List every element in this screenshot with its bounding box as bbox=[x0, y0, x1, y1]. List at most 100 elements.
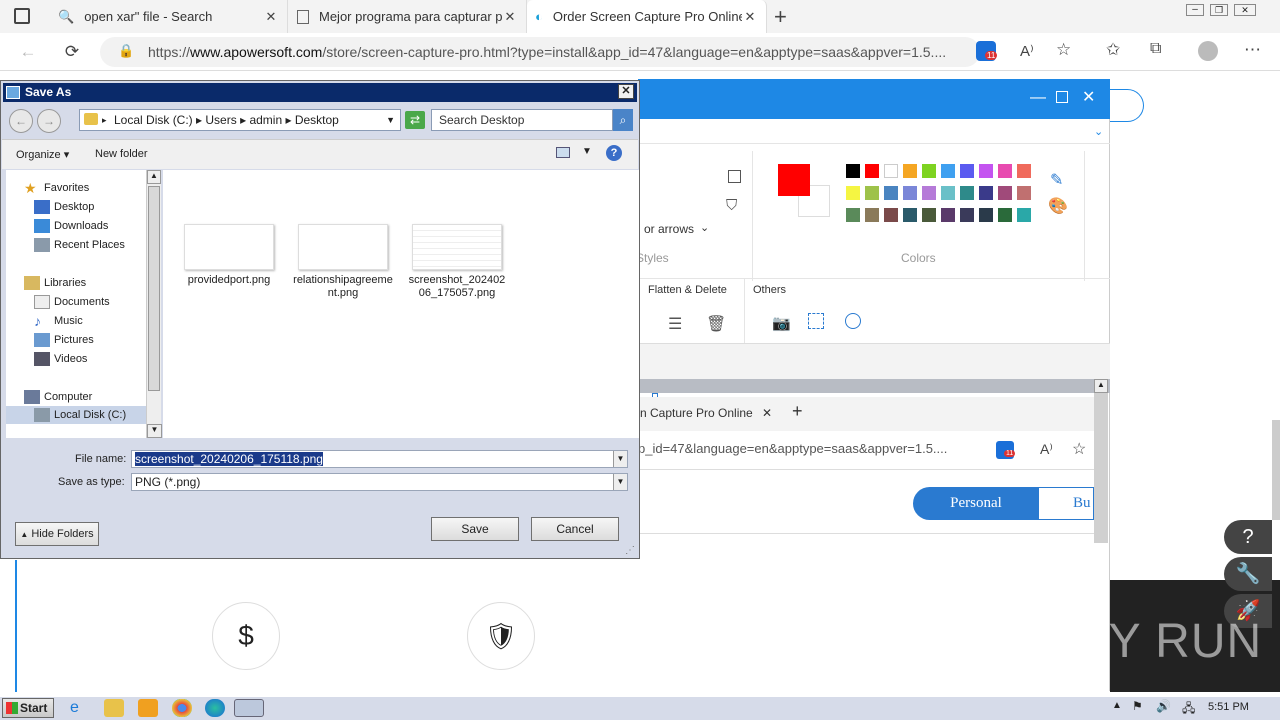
color-swatch[interactable] bbox=[903, 208, 917, 222]
tools-button[interactable]: 🔧 bbox=[1224, 557, 1272, 591]
color-swatch[interactable] bbox=[884, 186, 898, 200]
hide-folders-button[interactable]: ▲ Hide Folders bbox=[15, 522, 99, 546]
color-swatch[interactable] bbox=[941, 164, 955, 178]
nav-documents[interactable]: Documents bbox=[34, 295, 110, 309]
nav-pictures[interactable]: Pictures bbox=[34, 333, 94, 347]
nav-videos[interactable]: Videos bbox=[34, 352, 87, 366]
clock[interactable]: 5:51 PM bbox=[1208, 701, 1249, 713]
new-tab-button[interactable]: + bbox=[774, 4, 787, 30]
color-swatch[interactable] bbox=[846, 186, 860, 200]
cancel-button[interactable]: Cancel bbox=[531, 517, 619, 541]
back-icon[interactable]: ← bbox=[16, 40, 40, 64]
file-item[interactable]: providedport.png bbox=[179, 224, 279, 287]
close-tab-icon[interactable]: ✕ bbox=[263, 9, 279, 25]
color-swatch[interactable] bbox=[998, 186, 1012, 200]
refresh-icon[interactable]: ⇄ bbox=[405, 111, 425, 129]
palette-icon[interactable]: 🎨 bbox=[1048, 196, 1068, 216]
minimize-icon[interactable]: — bbox=[1030, 89, 1046, 107]
volume-icon[interactable]: 🔊 bbox=[1156, 699, 1171, 713]
color-swatch[interactable] bbox=[979, 208, 993, 222]
tray-arrow-icon[interactable]: ▲ bbox=[1112, 700, 1122, 711]
view-dropdown-icon[interactable]: ▼ bbox=[582, 146, 592, 157]
tab-search[interactable]: 🔍 open xar" file - Search ✕ bbox=[50, 0, 288, 33]
color-swatch[interactable] bbox=[922, 164, 936, 178]
chevron-down-icon[interactable]: ▼ bbox=[613, 451, 627, 467]
minimize-button[interactable]: – bbox=[1186, 4, 1204, 16]
chevron-down-icon[interactable]: ⌄ bbox=[700, 221, 709, 234]
nav-desktop[interactable]: Desktop bbox=[34, 200, 94, 214]
new-folder-button[interactable]: New folder bbox=[95, 148, 148, 160]
nav-libraries[interactable]: Libraries bbox=[24, 276, 86, 290]
trash-icon[interactable]: 🗑 bbox=[706, 314, 726, 334]
shape-dropdown[interactable]: or arrows bbox=[644, 222, 694, 236]
target-icon[interactable] bbox=[845, 313, 861, 329]
nav-favorites[interactable]: ★ Favorites bbox=[24, 181, 89, 195]
dialog-close-button[interactable]: ✕ bbox=[618, 84, 634, 99]
organize-menu[interactable]: Organize ▾ bbox=[16, 148, 69, 161]
scroll-up-arrow[interactable]: ▲ bbox=[147, 170, 161, 184]
color-swatch[interactable] bbox=[960, 186, 974, 200]
color-swatch[interactable] bbox=[884, 164, 898, 178]
rectangle-tool-icon[interactable] bbox=[728, 170, 741, 183]
color-swatch[interactable] bbox=[979, 186, 993, 200]
chevron-down-icon[interactable]: ▼ bbox=[613, 474, 627, 490]
canvas-vscroll[interactable] bbox=[1094, 393, 1108, 543]
color-swatch[interactable] bbox=[941, 186, 955, 200]
tab-actions-icon[interactable] bbox=[14, 8, 30, 24]
back-button[interactable]: ← bbox=[9, 109, 33, 133]
layers-icon[interactable]: ☰ bbox=[668, 314, 682, 334]
nav-music[interactable]: ♪ Music bbox=[34, 314, 83, 328]
scroll-down-arrow[interactable]: ▼ bbox=[147, 424, 162, 438]
url-field[interactable]: 🔒 https://www.apowersoft.com/store/scree… bbox=[100, 37, 980, 67]
color-swatch[interactable] bbox=[865, 208, 879, 222]
collections-icon[interactable]: ⧉ bbox=[1150, 40, 1161, 58]
save-as-type-select[interactable]: PNG (*.png) ▼ bbox=[131, 473, 628, 491]
nav-recent-places[interactable]: Recent Places bbox=[34, 238, 125, 252]
color-swatch[interactable] bbox=[979, 164, 993, 178]
color-swatch[interactable] bbox=[922, 208, 936, 222]
close-tab-icon[interactable]: ✕ bbox=[742, 9, 758, 25]
file-item[interactable]: screenshot_20240206_175057.png bbox=[407, 224, 507, 300]
save-button[interactable]: Save bbox=[431, 517, 519, 541]
breadcrumb-admin[interactable]: admin bbox=[249, 113, 282, 127]
read-aloud-icon[interactable]: A⁾ bbox=[1020, 42, 1034, 60]
breadcrumb-local-disk[interactable]: Local Disk (C:) bbox=[114, 113, 193, 127]
color-swatch[interactable] bbox=[865, 186, 879, 200]
ie-icon[interactable]: e bbox=[70, 699, 90, 717]
favorites-icon[interactable]: ✩ bbox=[1106, 40, 1120, 60]
color-swatch[interactable] bbox=[1017, 186, 1031, 200]
network-icon[interactable]: 🖧 bbox=[1182, 699, 1195, 720]
color-swatch[interactable] bbox=[941, 208, 955, 222]
color-swatch[interactable] bbox=[922, 186, 936, 200]
pen-icon[interactable]: ✎ bbox=[1050, 170, 1063, 190]
canvas-scroll-up[interactable]: ▲ bbox=[1094, 379, 1108, 393]
color-swatch[interactable] bbox=[1017, 208, 1031, 222]
forward-button[interactable]: → bbox=[37, 109, 61, 133]
close-window-button[interactable]: ✕ bbox=[1234, 4, 1256, 16]
file-item[interactable]: relationshipagreement.png bbox=[293, 224, 393, 300]
color-swatch[interactable] bbox=[846, 164, 860, 178]
start-button[interactable]: Start bbox=[2, 698, 54, 718]
nav-downloads[interactable]: Downloads bbox=[34, 219, 108, 233]
view-icon[interactable] bbox=[556, 147, 570, 158]
media-player-icon[interactable] bbox=[138, 699, 158, 717]
help-button[interactable]: ? bbox=[1224, 520, 1272, 554]
page-vscroll[interactable] bbox=[1272, 420, 1280, 520]
more-icon[interactable]: ⋯ bbox=[1244, 40, 1261, 60]
color-swatch[interactable] bbox=[960, 208, 974, 222]
breadcrumb-users[interactable]: Users bbox=[205, 113, 236, 127]
extension-icon[interactable]: 11 bbox=[976, 41, 998, 61]
help-icon[interactable]: ? bbox=[606, 145, 622, 161]
nav-local-disk[interactable]: Local Disk (C:) bbox=[6, 406, 146, 424]
color-swatch[interactable] bbox=[903, 164, 917, 178]
color-swatch[interactable] bbox=[903, 186, 917, 200]
tab-mejor[interactable]: Mejor programa para capturar pa ✕ bbox=[289, 0, 527, 33]
search-icon[interactable]: ⌕ bbox=[613, 109, 633, 131]
chevron-down-icon[interactable]: ▼ bbox=[386, 110, 395, 130]
breadcrumb[interactable]: ▸ Local Disk (C:) ▸ Users ▸ admin ▸ Desk… bbox=[79, 109, 401, 131]
color-swatch[interactable] bbox=[998, 164, 1012, 178]
search-input[interactable]: Search Desktop bbox=[431, 109, 613, 131]
nav-computer[interactable]: Computer bbox=[24, 390, 92, 404]
primary-color-swatch[interactable] bbox=[778, 164, 810, 196]
color-swatch[interactable] bbox=[960, 164, 974, 178]
